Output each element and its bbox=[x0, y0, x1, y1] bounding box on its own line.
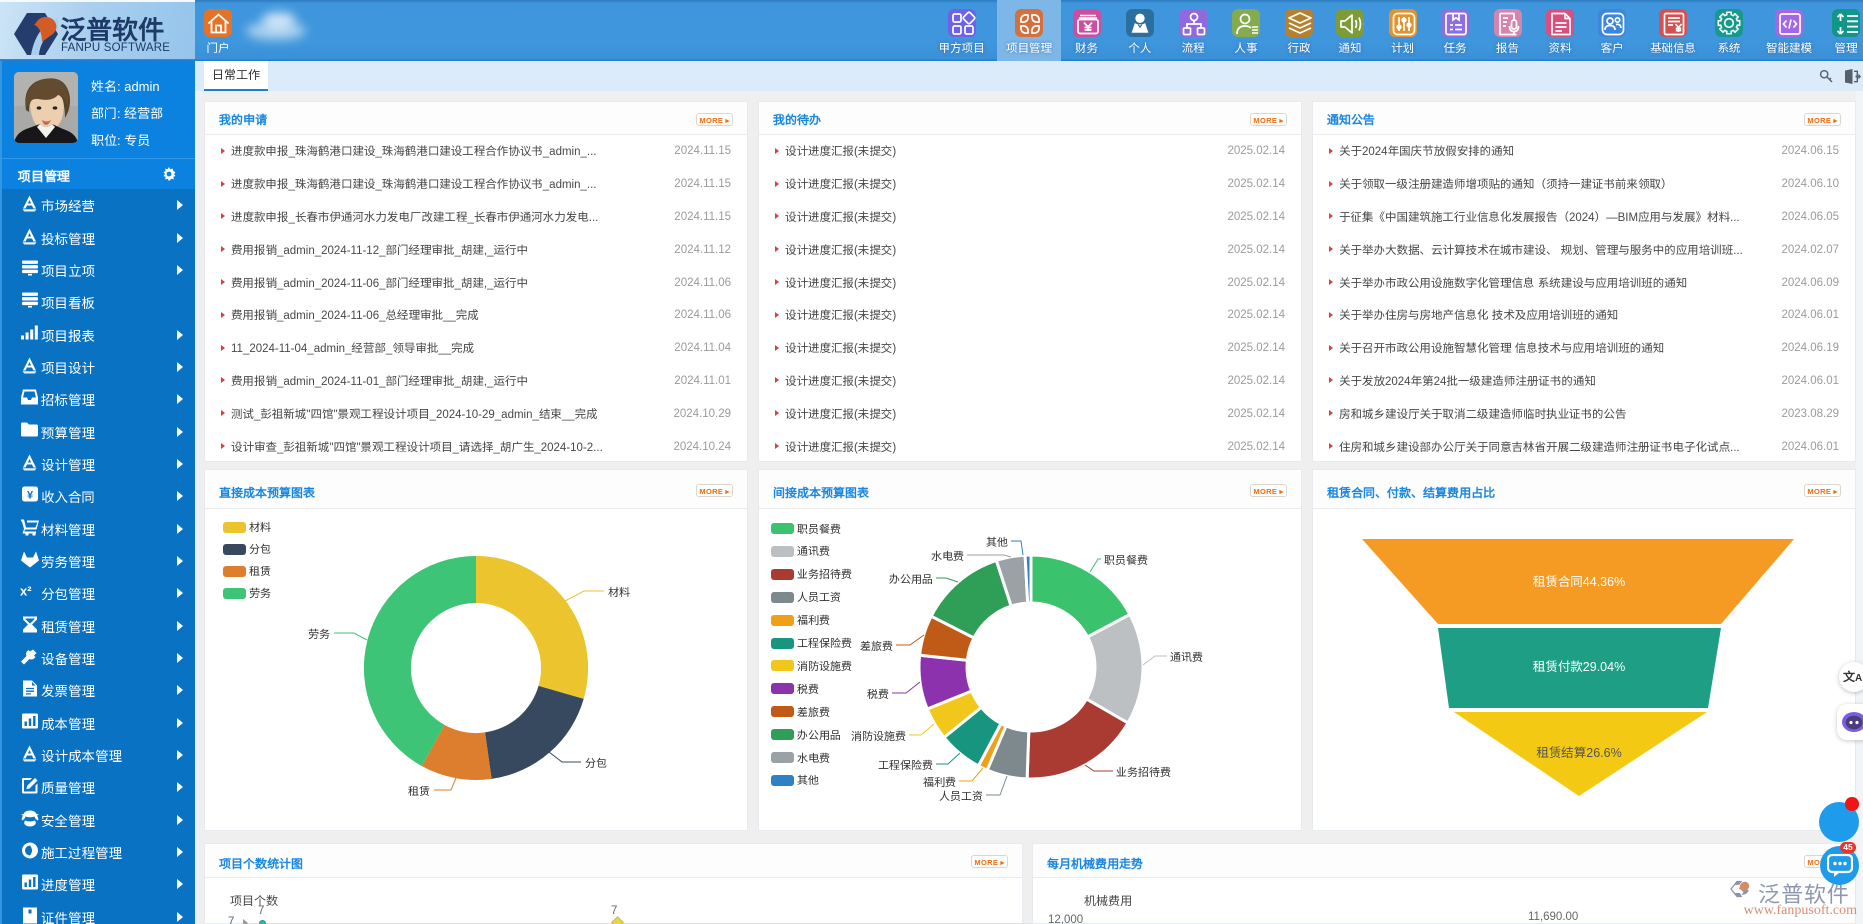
svg-text:材料: 材料 bbox=[607, 586, 630, 599]
svg-text:水电费: 水电费 bbox=[931, 551, 964, 563]
svg-text:¥: ¥ bbox=[26, 490, 33, 502]
svg-text:租赁: 租赁 bbox=[408, 785, 430, 798]
svg-text:工程保险费: 工程保险费 bbox=[878, 759, 933, 772]
svg-text:x²: x² bbox=[20, 584, 32, 598]
svg-text:租赁合同44.36%: 租赁合同44.36% bbox=[1533, 575, 1625, 589]
svg-text:福利费: 福利费 bbox=[923, 776, 956, 789]
svg-text:人员工资: 人员工资 bbox=[939, 790, 983, 803]
svg-text:消防设施费: 消防设施费 bbox=[851, 730, 906, 743]
svg-text:租赁付款29.04%: 租赁付款29.04% bbox=[1533, 660, 1625, 674]
svg-text:税费: 税费 bbox=[867, 688, 889, 701]
svg-text:分包: 分包 bbox=[585, 757, 607, 770]
svg-text:职员餐费: 职员餐费 bbox=[1104, 554, 1148, 567]
svg-text:差旅费: 差旅费 bbox=[860, 640, 893, 653]
svg-text:租赁结算26.6%: 租赁结算26.6% bbox=[1536, 746, 1621, 760]
svg-text:通讯费: 通讯费 bbox=[1170, 651, 1203, 664]
svg-text:其他: 其他 bbox=[986, 537, 1008, 549]
svg-text:办公用品: 办公用品 bbox=[889, 574, 933, 586]
svg-text:业务招待费: 业务招待费 bbox=[1116, 766, 1171, 779]
svg-text:劳务: 劳务 bbox=[308, 628, 330, 641]
